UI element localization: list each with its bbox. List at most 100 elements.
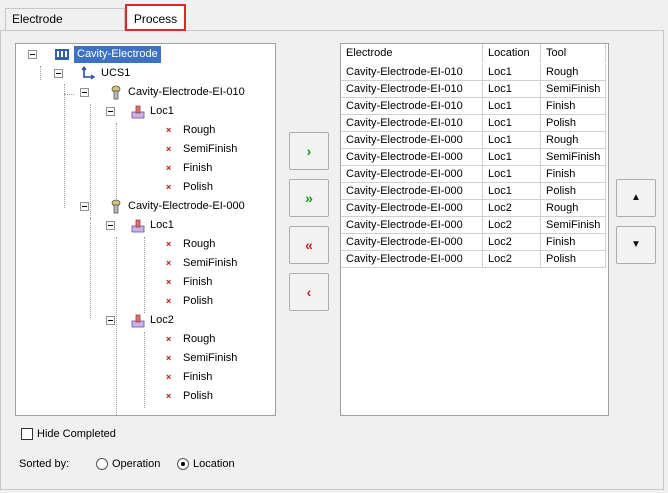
cell-tool: Polish bbox=[541, 251, 606, 268]
sorted-by-label: Sorted by: bbox=[19, 458, 70, 470]
cell-location: Loc1 bbox=[483, 115, 541, 132]
table-row[interactable]: Cavity-Electrode-EI-010 Loc1 SemiFinish bbox=[341, 81, 606, 98]
tree-label-root: Cavity-Electrode bbox=[74, 46, 161, 63]
hide-completed-label: Hide Completed bbox=[37, 428, 116, 440]
cell-tool: Finish bbox=[541, 98, 606, 115]
tab-electrode-parameters[interactable]: Electrode parameters bbox=[5, 8, 125, 46]
table-row[interactable]: Cavity-Electrode-EI-000 Loc1 Rough bbox=[341, 132, 606, 149]
remove-all-button[interactable]: « bbox=[289, 226, 329, 264]
cell-electrode: Cavity-Electrode-EI-000 bbox=[341, 200, 483, 217]
tree-label-electrode-000: Cavity-Electrode-EI-000 bbox=[128, 200, 245, 212]
table-row[interactable]: Cavity-Electrode-EI-000 Loc2 Finish bbox=[341, 234, 606, 251]
cell-tool: Polish bbox=[541, 183, 606, 200]
tree-label-loc2: Loc2 bbox=[150, 314, 174, 326]
cell-electrode: Cavity-Electrode-EI-010 bbox=[341, 64, 483, 81]
tab-strip: Electrode parameters Process bbox=[0, 0, 668, 46]
operation-icon: × bbox=[166, 391, 172, 401]
electrode-icon bbox=[111, 199, 121, 214]
table-row[interactable]: Cavity-Electrode-EI-010 Loc1 Rough bbox=[341, 64, 606, 81]
collapse-icon[interactable] bbox=[80, 202, 89, 211]
add-button[interactable]: › bbox=[289, 132, 329, 170]
cell-tool: Finish bbox=[541, 166, 606, 183]
process-list[interactable]: Electrode Location Tool Cavity-Electrode… bbox=[340, 43, 609, 416]
collapse-icon[interactable] bbox=[54, 69, 63, 78]
tree-label-loc1: Loc1 bbox=[150, 105, 174, 117]
table-row[interactable]: Cavity-Electrode-EI-000 Loc1 SemiFinish bbox=[341, 149, 606, 166]
location-icon bbox=[131, 105, 145, 119]
sort-operation-radio[interactable] bbox=[96, 458, 108, 470]
cell-location: Loc2 bbox=[483, 234, 541, 251]
table-row[interactable]: Cavity-Electrode-EI-010 Loc1 Polish bbox=[341, 115, 606, 132]
operation-icon: × bbox=[166, 258, 172, 268]
process-tree[interactable]: Cavity-Electrode UCS1 Cavity-Electrode-E… bbox=[15, 43, 276, 416]
cell-tool: Polish bbox=[541, 115, 606, 132]
cell-tool: SemiFinish bbox=[541, 81, 606, 98]
tab-process[interactable]: Process bbox=[125, 4, 186, 31]
table-row[interactable]: Cavity-Electrode-EI-000 Loc2 Rough bbox=[341, 200, 606, 217]
cell-location: Loc1 bbox=[483, 132, 541, 149]
tree-label-ucs: UCS1 bbox=[101, 67, 131, 79]
cell-tool: Rough bbox=[541, 200, 606, 217]
table-row[interactable]: Cavity-Electrode-EI-000 Loc2 SemiFinish bbox=[341, 217, 606, 234]
cell-electrode: Cavity-Electrode-EI-000 bbox=[341, 149, 483, 166]
cell-electrode: Cavity-Electrode-EI-000 bbox=[341, 217, 483, 234]
cell-location: Loc1 bbox=[483, 81, 541, 98]
operation-icon: × bbox=[166, 182, 172, 192]
cell-location: Loc1 bbox=[483, 98, 541, 115]
operation-icon: × bbox=[166, 296, 172, 306]
collapse-icon[interactable] bbox=[80, 88, 89, 97]
cell-electrode: Cavity-Electrode-EI-000 bbox=[341, 166, 483, 183]
collapse-icon[interactable] bbox=[106, 316, 115, 325]
sort-location-radio[interactable] bbox=[177, 458, 189, 470]
operation-icon: × bbox=[166, 163, 172, 173]
location-icon bbox=[131, 314, 145, 328]
cell-electrode: Cavity-Electrode-EI-010 bbox=[341, 98, 483, 115]
table-row[interactable]: Cavity-Electrode-EI-010 Loc1 Finish bbox=[341, 98, 606, 115]
cell-location: Loc1 bbox=[483, 149, 541, 166]
table-row[interactable]: Cavity-Electrode-EI-000 Loc1 Finish bbox=[341, 166, 606, 183]
cell-electrode: Cavity-Electrode-EI-000 bbox=[341, 183, 483, 200]
collapse-icon[interactable] bbox=[106, 221, 115, 230]
cell-electrode: Cavity-Electrode-EI-000 bbox=[341, 234, 483, 251]
cell-electrode: Cavity-Electrode-EI-000 bbox=[341, 132, 483, 149]
cell-tool: Rough bbox=[541, 132, 606, 149]
operation-icon: × bbox=[166, 144, 172, 154]
table-row[interactable]: Cavity-Electrode-EI-000 Loc1 Polish bbox=[341, 183, 606, 200]
column-header-electrode[interactable]: Electrode bbox=[341, 44, 483, 63]
electrode-group-icon bbox=[55, 49, 69, 60]
cell-location: Loc1 bbox=[483, 64, 541, 81]
add-all-button[interactable]: » bbox=[289, 179, 329, 217]
process-panel: Cavity-Electrode UCS1 Cavity-Electrode-E… bbox=[0, 30, 664, 490]
column-header-location[interactable]: Location bbox=[483, 44, 541, 63]
operation-icon: × bbox=[166, 334, 172, 344]
operation-icon: × bbox=[166, 125, 172, 135]
tree-label-electrode-010: Cavity-Electrode-EI-010 bbox=[128, 86, 245, 98]
cell-location: Loc2 bbox=[483, 217, 541, 234]
collapse-icon[interactable] bbox=[106, 107, 115, 116]
cell-location: Loc2 bbox=[483, 200, 541, 217]
location-icon bbox=[131, 219, 145, 233]
column-header-tool[interactable]: Tool bbox=[541, 44, 606, 63]
sort-operation-label: Operation bbox=[112, 458, 161, 470]
collapse-icon[interactable] bbox=[28, 50, 37, 59]
cell-tool: Rough bbox=[541, 64, 606, 81]
coordinate-system-icon bbox=[81, 66, 96, 80]
operation-icon: × bbox=[166, 372, 172, 382]
cell-location: Loc1 bbox=[483, 183, 541, 200]
sort-location-label: Location bbox=[193, 458, 235, 470]
move-down-button[interactable]: ▼ bbox=[616, 226, 656, 264]
cell-location: Loc2 bbox=[483, 251, 541, 268]
operation-icon: × bbox=[166, 239, 172, 249]
move-up-button[interactable]: ▲ bbox=[616, 179, 656, 217]
cell-location: Loc1 bbox=[483, 166, 541, 183]
operation-icon: × bbox=[166, 353, 172, 363]
cell-electrode: Cavity-Electrode-EI-010 bbox=[341, 115, 483, 132]
table-row[interactable]: Cavity-Electrode-EI-000 Loc2 Polish bbox=[341, 251, 606, 268]
tree-label-loc1: Loc1 bbox=[150, 219, 174, 231]
cell-tool: SemiFinish bbox=[541, 149, 606, 166]
remove-button[interactable]: ‹ bbox=[289, 273, 329, 311]
hide-completed-checkbox[interactable] bbox=[21, 428, 33, 440]
cell-tool: SemiFinish bbox=[541, 217, 606, 234]
cell-electrode: Cavity-Electrode-EI-010 bbox=[341, 81, 483, 98]
operation-icon: × bbox=[166, 277, 172, 287]
